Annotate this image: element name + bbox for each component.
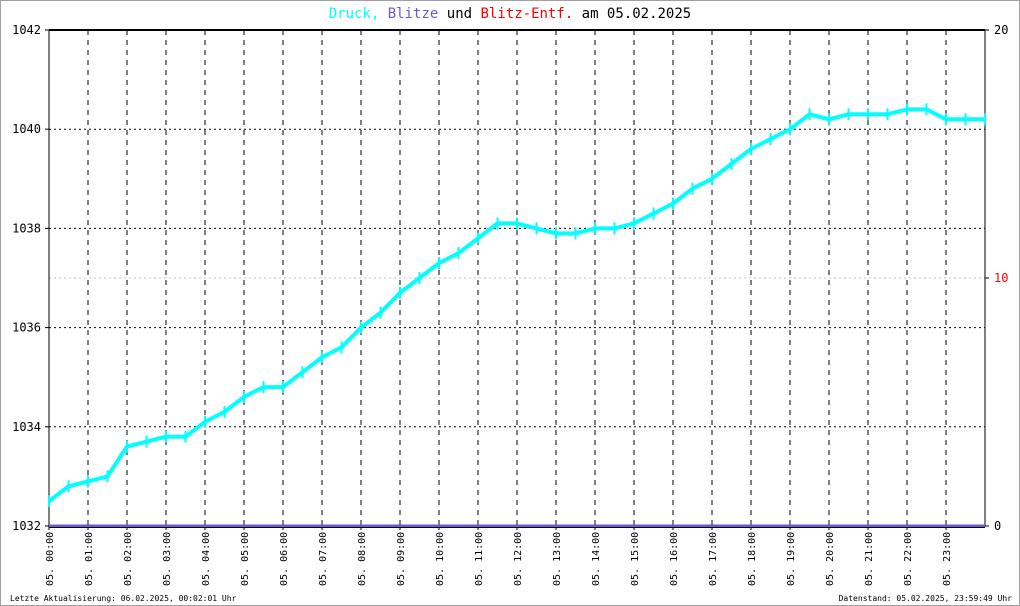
- y-left-tick-label: 1036: [12, 321, 41, 335]
- y-left-tick-label: 1040: [12, 122, 41, 136]
- pressure-point: [555, 227, 557, 240]
- x-tick-label: 05. 20:00: [825, 532, 836, 586]
- pressure-point: [457, 247, 460, 260]
- pressure-point: [964, 113, 967, 126]
- x-tick-label: 05. 17:00: [708, 532, 719, 586]
- x-tick-label: 05. 12:00: [513, 532, 524, 586]
- pressure-point: [516, 217, 518, 230]
- y-right-tick-label: 0: [994, 519, 1001, 533]
- x-tick-label: 05. 22:00: [903, 532, 914, 586]
- pressure-point: [886, 108, 889, 121]
- pressure-point: [769, 133, 772, 146]
- pressure-point: [730, 157, 733, 170]
- pressure-point: [165, 430, 167, 443]
- x-tick-label: 05. 07:00: [318, 532, 329, 586]
- x-tick-label: 05. 02:00: [123, 532, 134, 586]
- y-left-tick-label: 1042: [12, 23, 41, 37]
- pressure-point: [672, 197, 674, 210]
- pressure-point: [750, 143, 752, 156]
- x-tick-label: 05. 23:00: [942, 532, 953, 586]
- pressure-point: [301, 366, 304, 379]
- pressure-point: [574, 227, 577, 240]
- pressure-point: [847, 108, 850, 121]
- y-left-tick-label: 1038: [12, 221, 41, 235]
- pressure-point: [789, 123, 791, 136]
- x-tick-label: 05. 14:00: [591, 532, 602, 586]
- pressure-point: [184, 430, 187, 443]
- pressure-point: [340, 341, 343, 354]
- pressure-point: [945, 113, 947, 126]
- pressure-point: [535, 222, 538, 235]
- y-left-tick-label: 1034: [12, 420, 41, 434]
- pressure-point: [906, 103, 908, 116]
- x-tick-label: 05. 04:00: [201, 532, 212, 586]
- x-tick-label: 05. 10:00: [435, 532, 446, 586]
- pressure-point: [243, 391, 245, 404]
- pressure-point: [106, 470, 109, 483]
- pressure-point: [399, 286, 401, 299]
- pressure-point: [691, 182, 694, 195]
- x-tick-label: 05. 13:00: [552, 532, 563, 586]
- pressure-point: [925, 103, 928, 116]
- pressure-point: [418, 272, 421, 284]
- x-tick-label: 05. 06:00: [279, 532, 290, 586]
- pressure-chart: Druck, Blitze und Blitz-Entf. am 05.02.2…: [12, 6, 1008, 586]
- x-tick-label: 05. 16:00: [669, 532, 680, 586]
- title-part: Blitz-Entf.: [472, 6, 573, 22]
- x-tick-label: 05. 08:00: [357, 532, 368, 586]
- title-part: Druck,: [329, 6, 380, 22]
- title-part: Blitze: [379, 6, 438, 22]
- pressure-point: [808, 108, 811, 121]
- pressure-point: [282, 381, 284, 394]
- pressure-point: [633, 217, 635, 230]
- pressure-point: [984, 113, 986, 126]
- y-left-tick-label: 1032: [12, 519, 41, 533]
- x-tick-label: 05. 21:00: [864, 532, 875, 586]
- last-update-text: Letzte Aktualisierung: 06.02.2025, 00:02…: [10, 594, 237, 603]
- pressure-point: [711, 172, 713, 185]
- pressure-point: [223, 405, 226, 418]
- title-part: und: [438, 6, 472, 22]
- title-part: am 05.02.2025: [573, 6, 691, 22]
- data-timestamp-text: Datenstand: 05.02.2025, 23:59:49 Uhr: [838, 594, 1012, 603]
- pressure-point: [48, 495, 50, 508]
- x-tick-label: 05. 03:00: [162, 532, 173, 586]
- pressure-point: [594, 222, 596, 235]
- pressure-point: [145, 435, 148, 448]
- pressure-point: [828, 113, 830, 126]
- pressure-point: [360, 321, 362, 334]
- x-tick-label: 05. 19:00: [786, 532, 797, 586]
- x-tick-label: 05. 01:00: [84, 532, 95, 586]
- x-tick-label: 05. 15:00: [630, 532, 641, 586]
- x-tick-label: 05. 09:00: [396, 532, 407, 586]
- x-tick-label: 05. 18:00: [747, 532, 758, 586]
- pressure-point: [67, 480, 70, 493]
- pressure-point: [379, 306, 382, 319]
- pressure-point: [262, 381, 265, 394]
- pressure-point: [613, 222, 616, 235]
- chart-title: Druck, Blitze und Blitz-Entf. am 05.02.2…: [329, 6, 691, 22]
- pressure-point: [126, 440, 128, 453]
- y-right-tick-label: 10: [994, 271, 1008, 285]
- pressure-point: [321, 351, 323, 364]
- x-tick-label: 05. 05:00: [240, 532, 251, 586]
- y-right-tick-label: 20: [994, 23, 1008, 37]
- pressure-point: [867, 108, 869, 121]
- pressure-point: [496, 217, 499, 230]
- pressure-point: [652, 207, 655, 220]
- pressure-point: [204, 415, 206, 428]
- x-tick-label: 05. 11:00: [474, 532, 485, 586]
- x-tick-label: 05. 00:00: [45, 532, 56, 586]
- pressure-point: [477, 232, 479, 245]
- pressure-point: [87, 475, 89, 488]
- pressure-point: [438, 257, 440, 270]
